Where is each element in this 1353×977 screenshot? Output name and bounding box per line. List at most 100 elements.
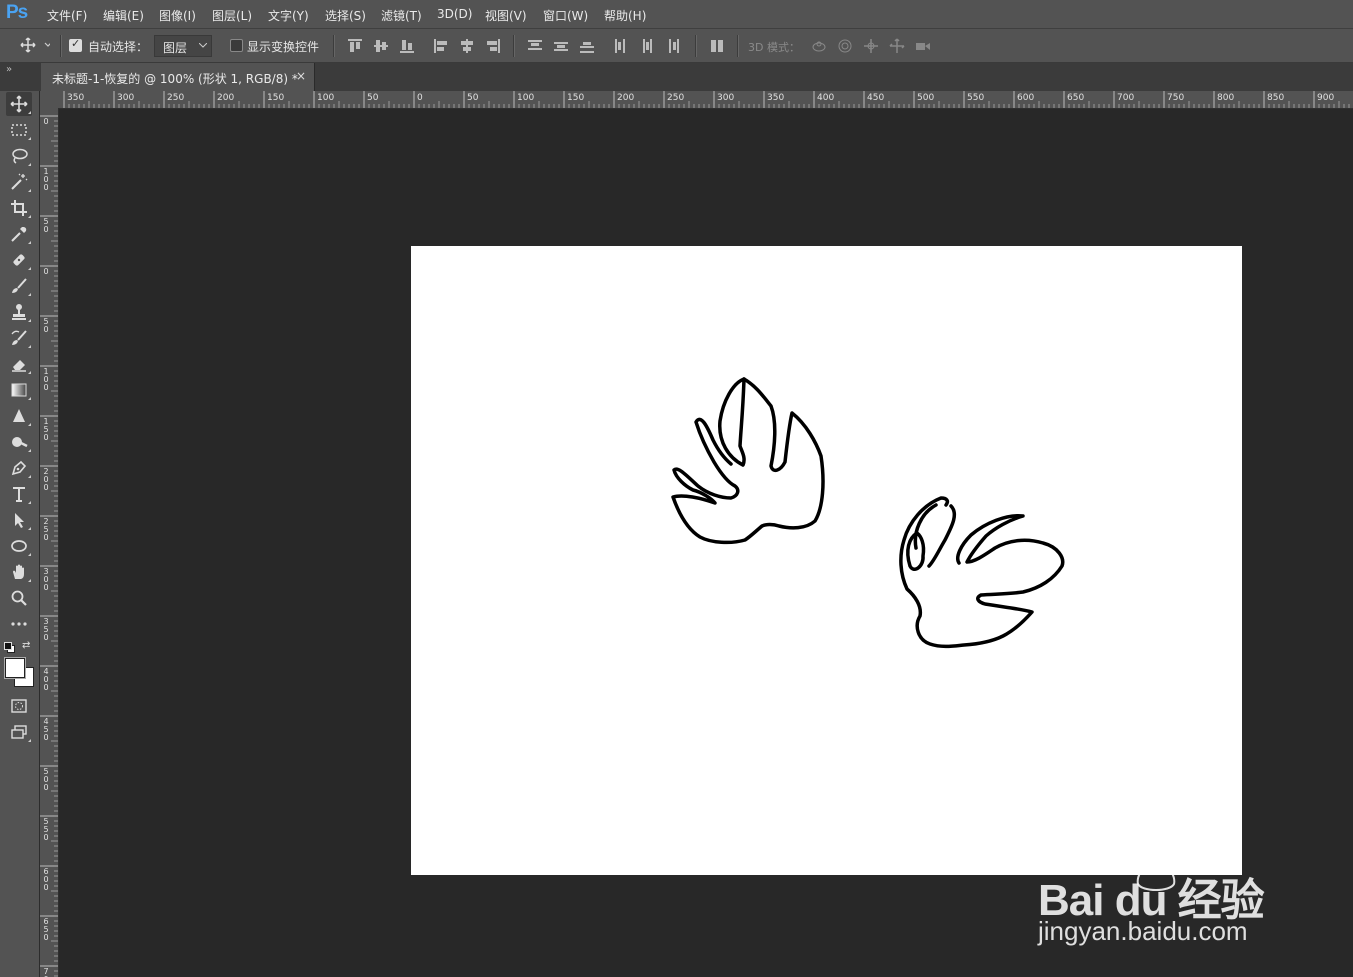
ellipse-tool-icon[interactable] — [6, 534, 32, 558]
distribute-bottom-icon[interactable] — [579, 38, 595, 54]
leaf-shape-1[interactable] — [671, 377, 825, 545]
align-right-icon[interactable] — [485, 38, 501, 54]
align-hcenter-icon[interactable] — [459, 38, 475, 54]
menu-help[interactable]: 帮助(H) — [604, 7, 646, 24]
menu-filter[interactable]: 滤镜(T) — [381, 7, 422, 24]
ruler-h-label: 0 — [417, 93, 423, 103]
brush-tool-icon[interactable] — [6, 274, 32, 298]
3d-slide-icon[interactable] — [889, 38, 905, 54]
dodge-tool-icon[interactable] — [6, 430, 32, 454]
gradient-tool-icon[interactable] — [6, 378, 32, 402]
ruler-v-label: 500 — [43, 767, 49, 792]
document-tab-title: 未标题-1-恢复的 @ 100% (形状 1, RGB/8) * — [52, 72, 298, 86]
type-tool-icon[interactable] — [6, 482, 32, 506]
ruler-h-label: 550 — [967, 93, 985, 103]
horizontal-ruler[interactable]: 350 300 250 200 150 100 50 0 50 100 150 200 250 300 35… — [58, 91, 1353, 109]
3d-roll-icon[interactable] — [837, 38, 853, 54]
auto-align-icon[interactable] — [709, 38, 725, 54]
document-canvas[interactable] — [411, 246, 1242, 875]
3d-camera-icon[interactable] — [915, 38, 931, 54]
distribute-hcenter-icon[interactable] — [639, 38, 655, 54]
magic-wand-tool-icon[interactable] — [6, 170, 32, 194]
pen-tool-icon[interactable] — [6, 456, 32, 480]
document-tab-bar: » 未标题-1-恢复的 @ 100% (形状 1, RGB/8) * × — [0, 63, 1353, 91]
menu-edit[interactable]: 编辑(E) — [103, 7, 144, 24]
leaf-shape-2[interactable] — [899, 496, 1065, 649]
ruler-origin[interactable] — [40, 91, 59, 109]
move-tool-icon[interactable] — [6, 92, 32, 116]
ruler-h-label: 150 — [267, 93, 285, 103]
blur-tool-icon[interactable] — [6, 404, 32, 428]
ruler-v-label: 150 — [43, 417, 49, 442]
swap-colors-icon[interactable]: ⇄ — [22, 640, 30, 651]
ruler-v-label: 400 — [43, 667, 49, 692]
photoshop-logo: Ps — [6, 2, 28, 23]
collapse-panel-icon[interactable]: » — [6, 64, 12, 75]
show-transform-checkbox[interactable] — [230, 39, 243, 52]
quick-mask-icon[interactable] — [6, 694, 32, 718]
3d-pan-icon[interactable] — [863, 38, 879, 54]
ruler-h-label: 350 — [67, 93, 85, 103]
layer-dropdown-value: 图层 — [163, 41, 188, 55]
eraser-tool-icon[interactable] — [6, 352, 32, 376]
ruler-v-label: 200 — [43, 467, 49, 492]
distribute-right-icon[interactable] — [665, 38, 681, 54]
lasso-tool-icon[interactable] — [6, 144, 32, 168]
ruler-v-label: 100 — [43, 167, 49, 192]
align-bottom-icon[interactable] — [399, 38, 415, 54]
close-icon[interactable]: × — [296, 69, 306, 83]
healing-brush-tool-icon[interactable] — [6, 248, 32, 272]
baidu-jingyan-watermark: Bai du 经验 jingyan.baidu.com — [1030, 830, 1330, 975]
menu-select[interactable]: 选择(S) — [325, 7, 366, 24]
menu-layer[interactable]: 图层(L) — [212, 7, 252, 24]
ruler-h-label: 900 — [1317, 93, 1335, 103]
align-top-icon[interactable] — [347, 38, 363, 54]
ruler-h-label: 350 — [767, 93, 785, 103]
hand-tool-icon[interactable] — [6, 560, 32, 584]
marquee-tool-icon[interactable] — [6, 118, 32, 142]
crop-tool-icon[interactable] — [6, 196, 32, 220]
document-tab[interactable]: 未标题-1-恢复的 @ 100% (形状 1, RGB/8) * × — [41, 63, 315, 91]
menu-3d[interactable]: 3D(D) — [437, 7, 472, 21]
distribute-left-icon[interactable] — [613, 38, 629, 54]
vertical-ruler[interactable]: 0100500501001502002503003504004505005506… — [40, 108, 59, 977]
layer-dropdown[interactable]: 图层 — [154, 35, 212, 57]
menu-view[interactable]: 视图(V) — [485, 7, 527, 24]
align-vcenter-icon[interactable] — [373, 38, 389, 54]
ruler-h-label: 300 — [117, 93, 135, 103]
ruler-h-label: 250 — [167, 93, 185, 103]
distribute-top-icon[interactable] — [527, 38, 543, 54]
ruler-h-label: 700 — [1117, 93, 1135, 103]
more-tools-icon[interactable] — [6, 612, 32, 636]
ruler-h-label: 50 — [367, 93, 379, 103]
3d-mode-label: 3D 模式： — [748, 41, 800, 54]
screen-mode-icon[interactable] — [6, 720, 32, 744]
ruler-v-label: 300 — [43, 567, 49, 592]
watermark-url: jingyan.baidu.com — [1038, 916, 1248, 946]
zoom-tool-icon[interactable] — [6, 586, 32, 610]
chevron-down-icon — [199, 43, 207, 48]
menu-file[interactable]: 文件(F) — [47, 7, 87, 24]
ruler-v-label: 450 — [43, 717, 49, 742]
menu-type[interactable]: 文字(Y) — [268, 7, 309, 24]
ruler-h-label: 800 — [1217, 93, 1235, 103]
move-tool-preset-icon[interactable] — [20, 37, 52, 57]
show-transform-label: 显示变换控件 — [247, 40, 320, 54]
distribute-vcenter-icon[interactable] — [553, 38, 569, 54]
align-left-icon[interactable] — [433, 38, 449, 54]
eyedropper-tool-icon[interactable] — [6, 222, 32, 246]
3d-orbit-icon[interactable] — [811, 38, 827, 54]
auto-select-checkbox[interactable] — [69, 37, 82, 52]
ruler-h-label: 200 — [217, 93, 235, 103]
auto-select-label: 自动选择： — [88, 40, 149, 54]
foreground-color-swatch[interactable] — [5, 658, 25, 678]
menu-window[interactable]: 窗口(W) — [543, 7, 588, 24]
ruler-v-label: 0 — [43, 267, 49, 276]
ruler-h-label: 450 — [867, 93, 885, 103]
menu-image[interactable]: 图像(I) — [159, 7, 196, 24]
path-selection-tool-icon[interactable] — [6, 508, 32, 532]
history-brush-tool-icon[interactable] — [6, 326, 32, 350]
ruler-h-label: 300 — [717, 93, 735, 103]
clone-stamp-tool-icon[interactable] — [6, 300, 32, 324]
default-colors-icon[interactable] — [4, 642, 15, 653]
